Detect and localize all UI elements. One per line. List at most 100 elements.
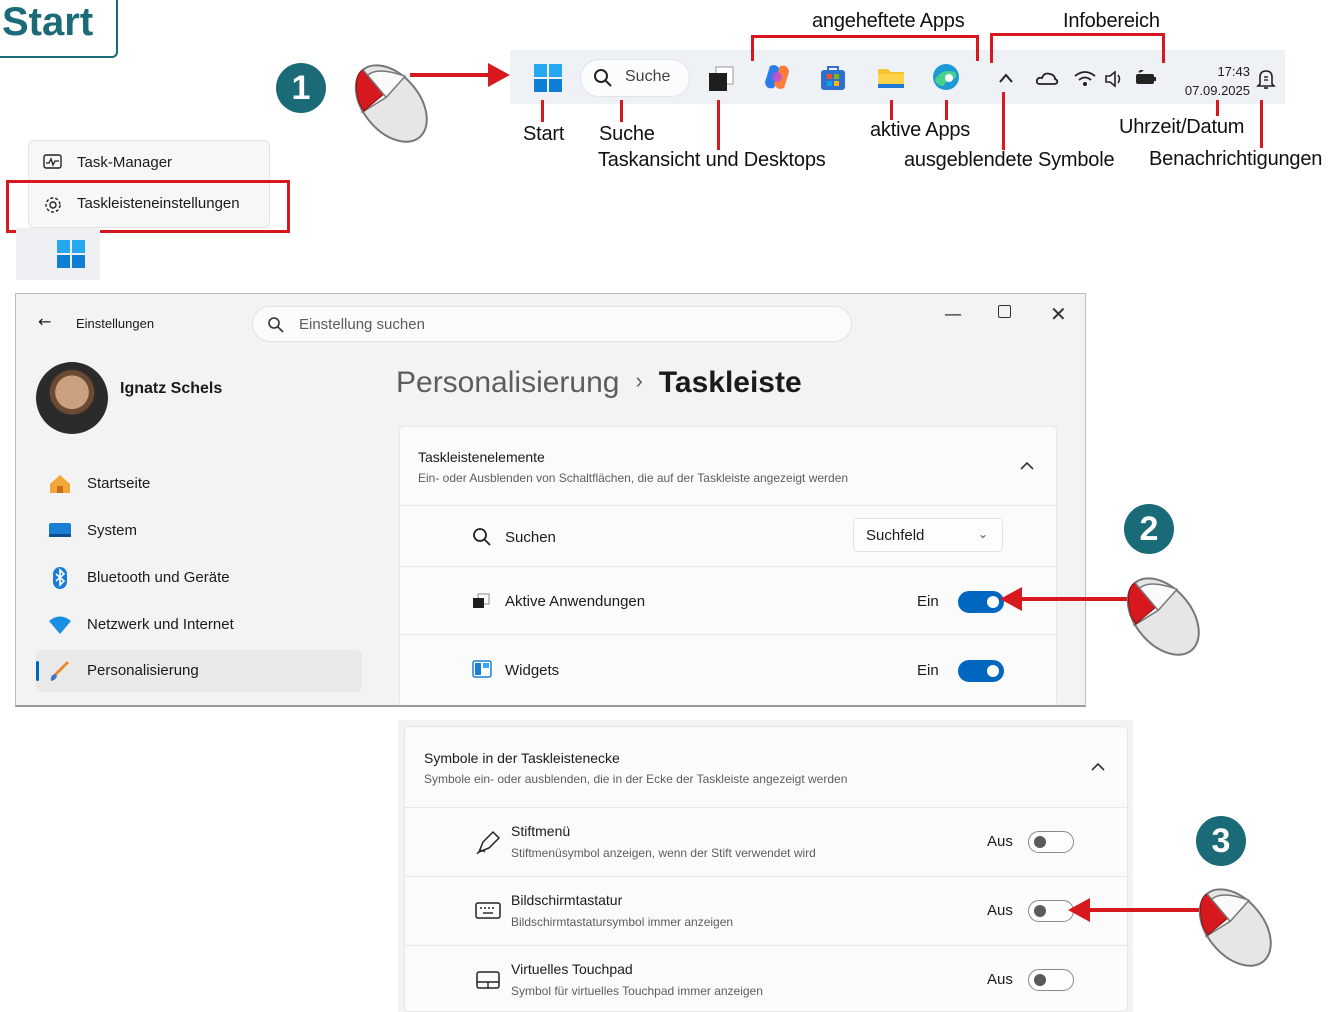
home-icon — [50, 475, 70, 493]
wifi-icon[interactable] — [1073, 69, 1097, 87]
back-arrow-icon[interactable]: ← — [38, 312, 51, 331]
taskbar-items-section: Taskleistenelemente Ein- oder Ausblenden… — [399, 426, 1058, 705]
mouse-icon — [1198, 888, 1272, 967]
nav-item-network[interactable]: Netzwerk und Internet — [36, 604, 362, 646]
notification-bell-icon[interactable] — [1256, 68, 1276, 90]
row-sub-virtual-touchpad: Symbol für virtuelles Touchpad immer anz… — [511, 984, 763, 998]
callout-start: Start — [523, 123, 565, 145]
toggle-state-label: Aus — [987, 902, 1013, 919]
close-icon[interactable]: ✕ — [1050, 302, 1067, 326]
maximize-icon[interactable] — [998, 305, 1011, 318]
tray-date: 07.09.2025 — [1184, 83, 1250, 98]
bracket-pinned-left — [751, 35, 754, 61]
tray-clock[interactable]: 17:43 07.09.2025 — [1172, 62, 1250, 100]
search-icon — [268, 317, 284, 333]
callout-hidden-icons: ausgeblendete Symbole — [904, 149, 1115, 171]
breadcrumb-separator: › — [635, 368, 643, 393]
pointer-start — [541, 100, 544, 122]
section-subtitle: Symbole ein- oder ausblenden, die in der… — [424, 772, 848, 786]
divider — [400, 505, 1058, 506]
divider — [405, 945, 1129, 946]
taskbar-start-area — [16, 228, 100, 280]
windows-start-icon[interactable] — [533, 63, 563, 93]
callout-time-date: Uhrzeit/Datum — [1119, 116, 1245, 138]
row-sub-pen-menu: Stiftmenüsymbol anzeigen, wenn der Stift… — [511, 846, 816, 860]
taskbar-search-label: Suche — [625, 68, 671, 85]
nav-label: Startseite — [87, 475, 151, 492]
network-icon — [49, 616, 71, 634]
search-placeholder: Einstellung suchen — [299, 316, 425, 333]
bracket-info-top — [990, 33, 1165, 36]
task-view-icon — [473, 593, 490, 608]
page-title: Taskleiste — [658, 366, 802, 399]
row-label-virtual-touchpad: Virtuelles Touchpad — [511, 961, 633, 977]
search-mode-dropdown[interactable]: Suchfeld ⌄ — [853, 518, 1003, 552]
minimize-icon[interactable]: — — [944, 304, 962, 325]
row-sub-touch-keyboard: Bildschirmtastatursymbol immer anzeigen — [511, 915, 734, 929]
callout-notifications: Benachrichtigungen — [1149, 148, 1323, 170]
pointer-active-apps-1 — [890, 100, 893, 120]
nav-item-system[interactable]: System — [36, 510, 362, 552]
nav-item-startseite[interactable]: Startseite — [36, 463, 362, 505]
callout-search: Suche — [599, 123, 655, 145]
corner-icons-section: Symbole in der Taskleistenecke Symbole e… — [404, 726, 1129, 1012]
nav-label: Personalisierung — [87, 662, 199, 679]
settings-window: ← Einstellungen Einstellung suchen — ✕ I… — [15, 293, 1086, 707]
toggle-state-label: Aus — [987, 971, 1013, 988]
search-icon — [594, 69, 612, 87]
windows-start-icon[interactable] — [56, 239, 86, 269]
breadcrumb: Personalisierung › Taskleiste — [396, 366, 802, 400]
edge-icon[interactable] — [931, 62, 961, 92]
section-title: Taskleistenelemente — [418, 449, 545, 465]
toggle-state-label: Ein — [917, 593, 939, 610]
callout-task-view: Taskansicht und Desktops — [598, 149, 826, 171]
task-view-icon[interactable] — [706, 64, 736, 94]
nav-label: Bluetooth und Geräte — [87, 569, 230, 586]
virtual-touchpad-toggle[interactable] — [1028, 969, 1074, 991]
nav-label: Netzwerk und Internet — [87, 616, 234, 633]
battery-icon[interactable] — [1134, 70, 1158, 86]
start-heading-frame: Start — [0, 0, 118, 58]
settings-search-input[interactable]: Einstellung suchen — [252, 306, 852, 342]
avatar[interactable] — [36, 362, 108, 434]
callout-active-apps: aktive Apps — [870, 119, 971, 141]
breadcrumb-parent[interactable]: Personalisierung — [396, 366, 619, 399]
widgets-toggle[interactable] — [958, 660, 1004, 682]
section-subtitle: Ein- oder Ausblenden von Schaltflächen, … — [418, 471, 849, 485]
row-label-pen-menu: Stiftmenü — [511, 823, 571, 839]
menu-item-task-manager[interactable]: Task-Manager — [29, 143, 271, 183]
nav-item-bluetooth[interactable]: Bluetooth und Geräte — [36, 557, 362, 599]
widgets-icon — [472, 660, 492, 678]
callout-pinned-apps: angeheftete Apps — [812, 10, 965, 32]
highlight-taskbar-settings — [6, 180, 290, 233]
store-icon[interactable] — [818, 62, 848, 92]
onedrive-icon[interactable] — [1035, 70, 1059, 86]
tray-time: 17:43 — [1217, 64, 1250, 79]
menu-item-label: Task-Manager — [77, 154, 173, 171]
keyboard-icon — [475, 902, 501, 919]
row-label-touch-keyboard: Bildschirmtastatur — [511, 892, 623, 908]
chevron-up-icon[interactable] — [1091, 762, 1105, 772]
pointer-arrow-1 — [410, 73, 495, 77]
pen-icon — [476, 830, 501, 855]
divider — [400, 566, 1058, 567]
active-apps-toggle[interactable] — [958, 591, 1004, 613]
dropdown-value: Suchfeld — [866, 527, 925, 544]
chevron-down-icon: ⌄ — [977, 527, 988, 541]
speaker-icon[interactable] — [1104, 70, 1124, 88]
chevron-up-icon[interactable] — [1020, 461, 1034, 471]
monitor-icon — [49, 523, 71, 537]
divider — [400, 634, 1058, 635]
bluetooth-icon — [53, 567, 67, 589]
pointer-hidden-icons — [1002, 92, 1005, 150]
bracket-pinned-right — [976, 35, 979, 61]
pen-menu-toggle[interactable] — [1028, 831, 1074, 853]
taskbar-search-box[interactable]: Suche — [580, 59, 690, 97]
copilot-icon[interactable] — [762, 62, 792, 92]
nav-item-personalisierung[interactable]: Personalisierung — [36, 650, 362, 692]
bracket-info-right — [1162, 33, 1165, 63]
window-title: Einstellungen — [76, 316, 155, 331]
file-explorer-icon[interactable] — [876, 62, 906, 92]
touchpad-icon — [476, 971, 500, 989]
chevron-up-icon[interactable] — [998, 72, 1014, 84]
